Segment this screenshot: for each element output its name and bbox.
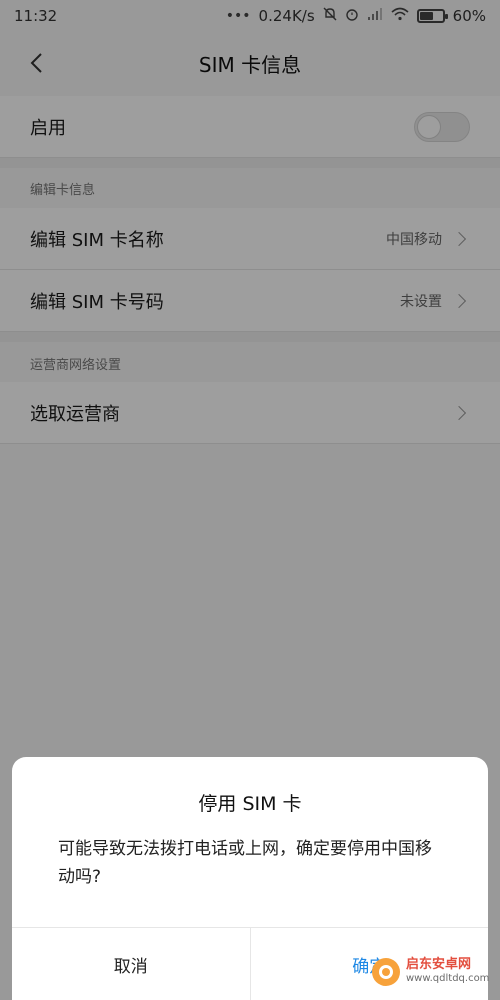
watermark: 启东安卓网 www.qdltdq.com [372,952,492,992]
watermark-logo-icon [372,958,400,986]
app-screen: 11:32 ••• 0.24K/s 60% SIM 卡信息 启用 编辑卡信息 编… [0,0,500,1000]
cancel-button[interactable]: 取消 [12,928,251,1000]
watermark-line2: www.qdltdq.com [406,973,490,984]
dialog-message: 可能导致无法拨打电话或上网，确定要停用中国移动吗? [58,839,432,887]
watermark-line1: 启东安卓网 [406,957,472,972]
watermark-text: 启东安卓网 www.qdltdq.com [406,958,489,986]
dialog-title: 停用 SIM 卡 [198,793,302,815]
